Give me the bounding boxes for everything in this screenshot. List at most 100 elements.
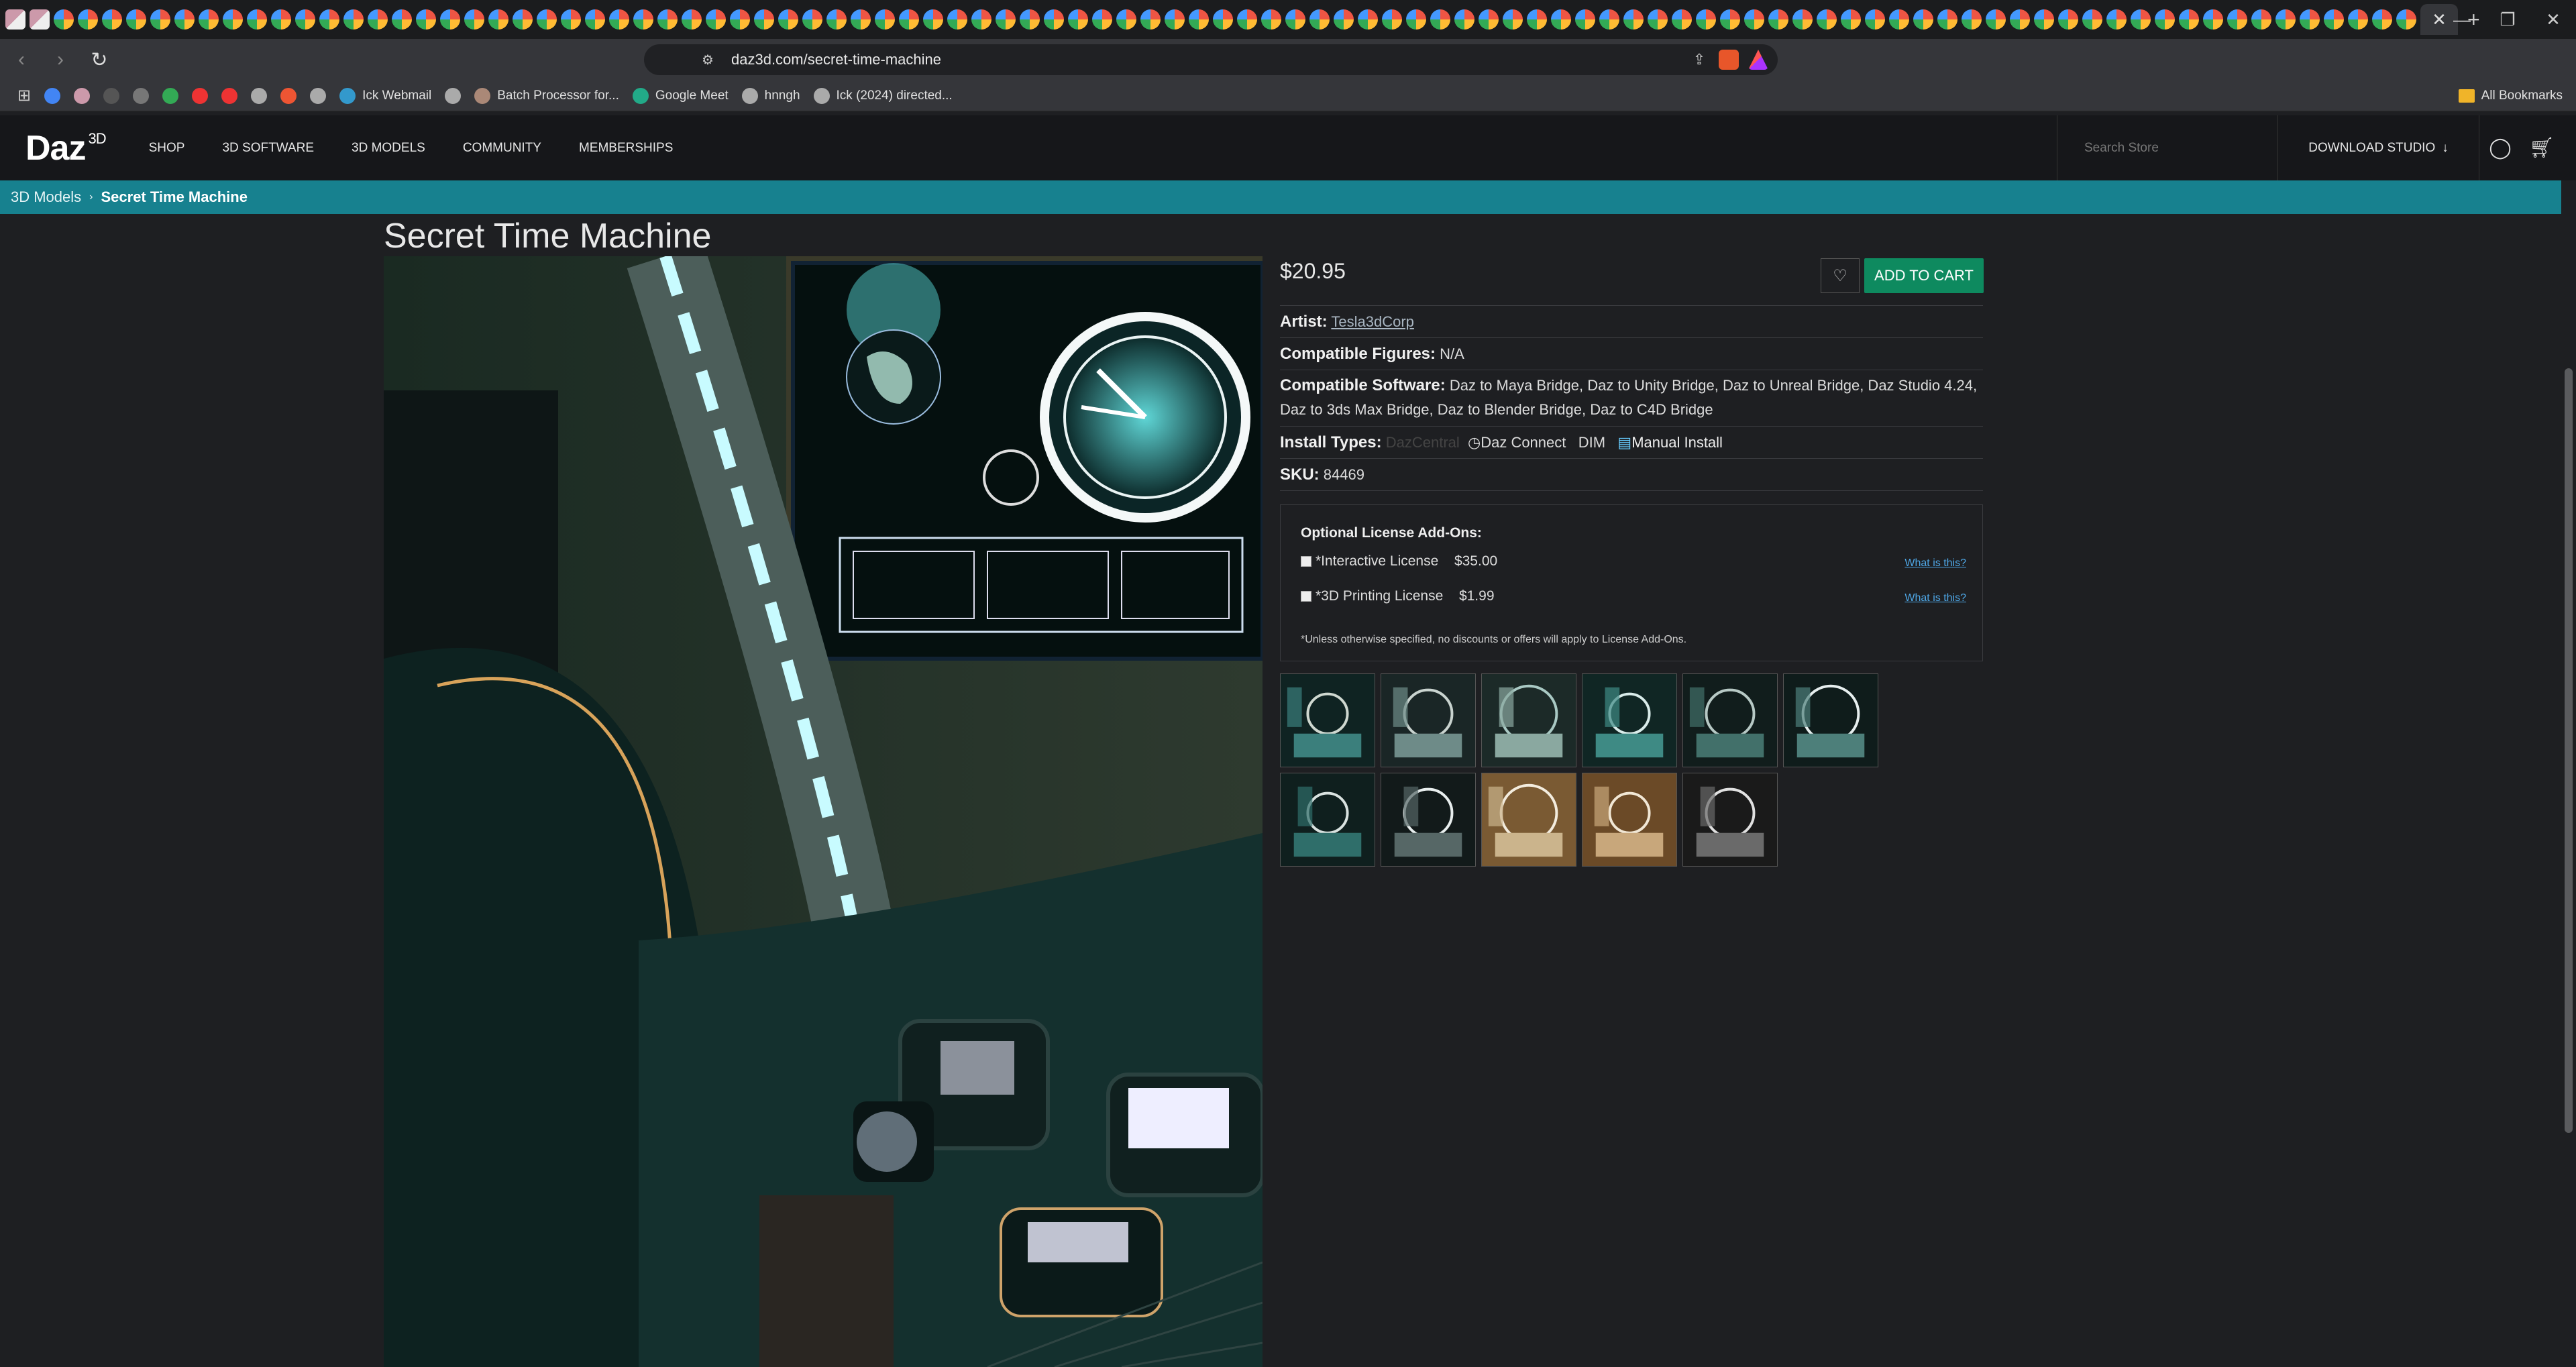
tab-favicon-icon[interactable] xyxy=(826,9,847,30)
bookmark-item[interactable] xyxy=(74,87,91,104)
tab-favicon-icon[interactable] xyxy=(706,9,726,30)
tab-favicon-icon[interactable] xyxy=(802,9,822,30)
tab-favicon-icon[interactable] xyxy=(1623,9,1644,30)
tab-favicon-icon[interactable] xyxy=(851,9,871,30)
nav-community[interactable]: COMMUNITY xyxy=(463,141,541,156)
tab-favicon-icon[interactable] xyxy=(2155,9,2175,30)
tab-favicon-icon[interactable] xyxy=(2300,9,2320,30)
tab-favicon-icon[interactable] xyxy=(1720,9,1740,30)
tab-favicon-icon[interactable] xyxy=(1768,9,1788,30)
bookmark-item[interactable] xyxy=(280,87,297,104)
tab-favicon-icon[interactable] xyxy=(1889,9,1909,30)
gallery-thumbnail[interactable] xyxy=(1582,773,1677,867)
gallery-thumbnail[interactable] xyxy=(1783,673,1878,767)
tab-favicon-icon[interactable] xyxy=(126,9,146,30)
tab-favicon-icon[interactable] xyxy=(609,9,629,30)
tab-favicon-icon[interactable] xyxy=(319,9,339,30)
tab-favicon-icon[interactable] xyxy=(923,9,943,30)
add-to-cart-button[interactable]: ADD TO CART xyxy=(1864,258,1984,293)
tab-favicon-icon[interactable] xyxy=(1986,9,2006,30)
tab-favicon-icon[interactable] xyxy=(2058,9,2078,30)
tab-favicon-icon[interactable] xyxy=(1334,9,1354,30)
tab-favicon-icon[interactable] xyxy=(1792,9,1813,30)
forward-icon[interactable]: › xyxy=(43,42,78,77)
tab-favicon-icon[interactable] xyxy=(1841,9,1861,30)
tab-favicon-icon[interactable] xyxy=(899,9,919,30)
tab-favicon-icon[interactable] xyxy=(2372,9,2392,30)
tab-favicon-icon[interactable] xyxy=(1672,9,1692,30)
nav-memberships[interactable]: MEMBERSHIPS xyxy=(579,141,673,156)
site-info-icon[interactable]: ⚙ xyxy=(702,52,718,68)
tab-favicon-icon[interactable] xyxy=(392,9,412,30)
tab-favicon-icon[interactable] xyxy=(1503,9,1523,30)
tab-favicon-icon[interactable] xyxy=(368,9,388,30)
tab-favicon-icon[interactable] xyxy=(1479,9,1499,30)
tab-favicon-icon[interactable] xyxy=(1430,9,1450,30)
tab-favicon-icon[interactable] xyxy=(971,9,991,30)
nav-3d-models[interactable]: 3D MODELS xyxy=(352,141,425,156)
tab-favicon-icon[interactable] xyxy=(54,9,74,30)
gallery-thumbnail[interactable] xyxy=(1582,673,1677,767)
what-is-this-link[interactable]: What is this? xyxy=(1904,557,1966,569)
gallery-thumbnail[interactable] xyxy=(1481,773,1576,867)
tab-favicon-icon[interactable] xyxy=(947,9,967,30)
apps-grid-icon[interactable]: ⊞ xyxy=(17,86,31,105)
tab-favicon-icon[interactable] xyxy=(1962,9,1982,30)
tab-favicon-icon[interactable] xyxy=(1648,9,1668,30)
tab-favicon-icon[interactable] xyxy=(488,9,508,30)
brave-rewards-icon[interactable] xyxy=(1748,50,1768,70)
breadcrumb-parent[interactable]: 3D Models xyxy=(11,188,81,206)
tab-favicon-icon[interactable] xyxy=(2082,9,2102,30)
wishlist-heart-icon[interactable]: ♡ xyxy=(1821,258,1860,293)
daz-logo[interactable]: Daz 3D xyxy=(25,128,107,168)
close-window-icon[interactable]: ✕ xyxy=(2530,0,2576,39)
search-store-input[interactable]: Search Store xyxy=(2057,115,2278,180)
tab-favicon-icon[interactable] xyxy=(1189,9,1209,30)
tab-favicon-icon[interactable] xyxy=(1696,9,1716,30)
gallery-thumbnail[interactable] xyxy=(1280,673,1375,767)
scrollbar-thumb[interactable] xyxy=(2565,368,2573,1133)
tab-favicon-icon[interactable] xyxy=(1575,9,1595,30)
tab-favicon-icon[interactable] xyxy=(754,9,774,30)
minimize-icon[interactable]: — xyxy=(2439,0,2485,39)
tab-favicon-icon[interactable] xyxy=(343,9,364,30)
tab-favicon-icon[interactable] xyxy=(1261,9,1281,30)
tab-favicon-icon[interactable] xyxy=(1865,9,1885,30)
tab-favicon-icon[interactable] xyxy=(1527,9,1547,30)
tab-favicon-icon[interactable] xyxy=(1044,9,1064,30)
printing-license-checkbox[interactable] xyxy=(1301,591,1311,602)
tab-favicon-icon[interactable] xyxy=(464,9,484,30)
nav-shop[interactable]: SHOP xyxy=(149,141,185,156)
what-is-this-link[interactable]: What is this? xyxy=(1904,592,1966,604)
all-bookmarks-button[interactable]: All Bookmarks xyxy=(2458,80,2563,111)
tab-favicon-icon[interactable] xyxy=(271,9,291,30)
tab-favicon-icon[interactable] xyxy=(1237,9,1257,30)
tab-favicon-icon[interactable] xyxy=(5,9,25,30)
tab-favicon-icon[interactable] xyxy=(2324,9,2344,30)
tab-favicon-icon[interactable] xyxy=(2203,9,2223,30)
share-icon[interactable]: ⇪ xyxy=(1689,50,1709,70)
gallery-thumbnail[interactable] xyxy=(1481,673,1576,767)
bookmark-item[interactable] xyxy=(445,87,462,104)
gallery-thumbnail[interactable] xyxy=(1682,773,1778,867)
tab-favicon-icon[interactable] xyxy=(537,9,557,30)
bookmark-item[interactable] xyxy=(133,87,150,104)
tab-favicon-icon[interactable] xyxy=(1165,9,1185,30)
account-icon[interactable]: ◯ xyxy=(2479,115,2521,180)
bookmark-item[interactable] xyxy=(162,87,179,104)
tab-favicon-icon[interactable] xyxy=(778,9,798,30)
back-icon[interactable]: ‹ xyxy=(4,42,39,77)
tab-favicon-icon[interactable] xyxy=(1406,9,1426,30)
tab-favicon-icon[interactable] xyxy=(1937,9,1957,30)
bookmark-item[interactable] xyxy=(103,87,120,104)
tab-favicon-icon[interactable] xyxy=(102,9,122,30)
tab-favicon-icon[interactable] xyxy=(2131,9,2151,30)
download-studio-button[interactable]: DOWNLOAD STUDIO ↓ xyxy=(2278,115,2479,180)
tab-favicon-icon[interactable] xyxy=(199,9,219,30)
tab-favicon-icon[interactable] xyxy=(875,9,895,30)
tab-favicon-icon[interactable] xyxy=(1382,9,1402,30)
artist-link[interactable]: Tesla3dCorp xyxy=(1331,313,1414,330)
tab-favicon-icon[interactable] xyxy=(2106,9,2127,30)
tab-favicon-icon[interactable] xyxy=(30,9,50,30)
tab-favicon-icon[interactable] xyxy=(1913,9,1933,30)
